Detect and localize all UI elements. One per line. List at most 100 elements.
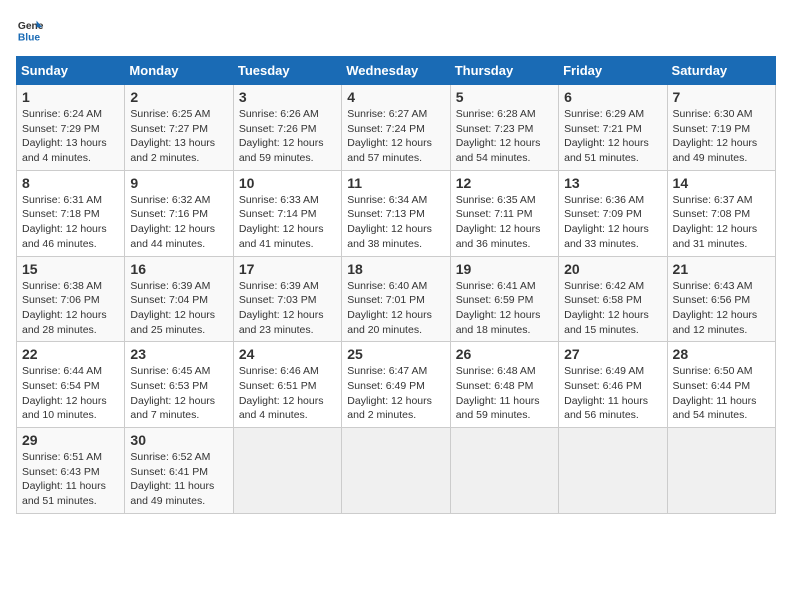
- day-info: Sunrise: 6:50 AMSunset: 6:44 PMDaylight:…: [673, 364, 770, 423]
- day-info: Sunrise: 6:26 AMSunset: 7:26 PMDaylight:…: [239, 107, 336, 166]
- calendar-week-5: 29 Sunrise: 6:51 AMSunset: 6:43 PMDayligh…: [17, 428, 776, 514]
- day-number: 3: [239, 89, 336, 105]
- day-info: Sunrise: 6:43 AMSunset: 6:56 PMDaylight:…: [673, 279, 770, 338]
- day-number: 17: [239, 261, 336, 277]
- calendar-cell: 20 Sunrise: 6:42 AMSunset: 6:58 PMDayligh…: [559, 256, 667, 342]
- calendar-cell: 25 Sunrise: 6:47 AMSunset: 6:49 PMDayligh…: [342, 342, 450, 428]
- calendar-body: 1Sunrise: 6:24 AMSunset: 7:29 PMDaylight…: [17, 85, 776, 514]
- day-number: 12: [456, 175, 553, 191]
- day-info: Sunrise: 6:25 AMSunset: 7:27 PMDaylight:…: [130, 107, 227, 166]
- calendar-cell: 1Sunrise: 6:24 AMSunset: 7:29 PMDaylight…: [17, 85, 125, 171]
- header-friday: Friday: [559, 57, 667, 85]
- calendar-cell: 21 Sunrise: 6:43 AMSunset: 6:56 PMDayligh…: [667, 256, 775, 342]
- day-number: 28: [673, 346, 770, 362]
- calendar-cell: 10 Sunrise: 6:33 AMSunset: 7:14 PMDayligh…: [233, 170, 341, 256]
- calendar-cell: 17 Sunrise: 6:39 AMSunset: 7:03 PMDayligh…: [233, 256, 341, 342]
- day-number: 22: [22, 346, 119, 362]
- logo: General Blue: [16, 16, 50, 44]
- day-number: 5: [456, 89, 553, 105]
- day-number: 4: [347, 89, 444, 105]
- day-number: 26: [456, 346, 553, 362]
- header-wednesday: Wednesday: [342, 57, 450, 85]
- calendar-cell: 18Sunrise: 6:40 AMSunset: 7:01 PMDayligh…: [342, 256, 450, 342]
- day-info: Sunrise: 6:42 AMSunset: 6:58 PMDaylight:…: [564, 279, 661, 338]
- day-number: 7: [673, 89, 770, 105]
- calendar-cell: 15 Sunrise: 6:38 AMSunset: 7:06 PMDayligh…: [17, 256, 125, 342]
- day-number: 19: [456, 261, 553, 277]
- day-info: Sunrise: 6:44 AMSunset: 6:54 PMDaylight:…: [22, 364, 119, 423]
- day-info: Sunrise: 6:46 AMSunset: 6:51 PMDaylight:…: [239, 364, 336, 423]
- day-info: Sunrise: 6:32 AMSunset: 7:16 PMDaylight:…: [130, 193, 227, 252]
- day-info: Sunrise: 6:33 AMSunset: 7:14 PMDaylight:…: [239, 193, 336, 252]
- calendar-week-4: 22 Sunrise: 6:44 AMSunset: 6:54 PMDayligh…: [17, 342, 776, 428]
- calendar-cell: 29 Sunrise: 6:51 AMSunset: 6:43 PMDayligh…: [17, 428, 125, 514]
- day-info: Sunrise: 6:30 AMSunset: 7:19 PMDaylight:…: [673, 107, 770, 166]
- header-thursday: Thursday: [450, 57, 558, 85]
- day-number: 24: [239, 346, 336, 362]
- calendar-cell: [450, 428, 558, 514]
- calendar-table: SundayMondayTuesdayWednesdayThursdayFrid…: [16, 56, 776, 514]
- day-number: 16: [130, 261, 227, 277]
- day-info: Sunrise: 6:27 AMSunset: 7:24 PMDaylight:…: [347, 107, 444, 166]
- day-number: 10: [239, 175, 336, 191]
- calendar-week-2: 8 Sunrise: 6:31 AMSunset: 7:18 PMDaylight…: [17, 170, 776, 256]
- day-number: 20: [564, 261, 661, 277]
- calendar-cell: [342, 428, 450, 514]
- calendar-cell: 22 Sunrise: 6:44 AMSunset: 6:54 PMDayligh…: [17, 342, 125, 428]
- day-number: 11: [347, 175, 444, 191]
- calendar-header-row: SundayMondayTuesdayWednesdayThursdayFrid…: [17, 57, 776, 85]
- calendar-cell: 14 Sunrise: 6:37 AMSunset: 7:08 PMDayligh…: [667, 170, 775, 256]
- day-number: 27: [564, 346, 661, 362]
- day-number: 14: [673, 175, 770, 191]
- calendar-cell: 5 Sunrise: 6:28 AMSunset: 7:23 PMDaylight…: [450, 85, 558, 171]
- calendar-week-3: 15 Sunrise: 6:38 AMSunset: 7:06 PMDayligh…: [17, 256, 776, 342]
- day-info: Sunrise: 6:41 AMSunset: 6:59 PMDaylight:…: [456, 279, 553, 338]
- logo-icon: General Blue: [16, 16, 44, 44]
- page-header: General Blue: [16, 16, 776, 44]
- day-info: Sunrise: 6:48 AMSunset: 6:48 PMDaylight:…: [456, 364, 553, 423]
- day-number: 15: [22, 261, 119, 277]
- day-number: 6: [564, 89, 661, 105]
- calendar-cell: 4 Sunrise: 6:27 AMSunset: 7:24 PMDaylight…: [342, 85, 450, 171]
- calendar-cell: [233, 428, 341, 514]
- header-sunday: Sunday: [17, 57, 125, 85]
- calendar-cell: 9Sunrise: 6:32 AMSunset: 7:16 PMDaylight…: [125, 170, 233, 256]
- day-info: Sunrise: 6:51 AMSunset: 6:43 PMDaylight:…: [22, 450, 119, 509]
- day-number: 29: [22, 432, 119, 448]
- header-monday: Monday: [125, 57, 233, 85]
- day-info: Sunrise: 6:47 AMSunset: 6:49 PMDaylight:…: [347, 364, 444, 423]
- calendar-cell: 8 Sunrise: 6:31 AMSunset: 7:18 PMDaylight…: [17, 170, 125, 256]
- day-info: Sunrise: 6:29 AMSunset: 7:21 PMDaylight:…: [564, 107, 661, 166]
- day-info: Sunrise: 6:49 AMSunset: 6:46 PMDaylight:…: [564, 364, 661, 423]
- calendar-cell: [559, 428, 667, 514]
- day-number: 25: [347, 346, 444, 362]
- calendar-cell: 26 Sunrise: 6:48 AMSunset: 6:48 PMDayligh…: [450, 342, 558, 428]
- calendar-cell: 3 Sunrise: 6:26 AMSunset: 7:26 PMDaylight…: [233, 85, 341, 171]
- day-info: Sunrise: 6:39 AMSunset: 7:04 PMDaylight:…: [130, 279, 227, 338]
- day-info: Sunrise: 6:52 AMSunset: 6:41 PMDaylight:…: [130, 450, 227, 509]
- day-info: Sunrise: 6:45 AMSunset: 6:53 PMDaylight:…: [130, 364, 227, 423]
- header-saturday: Saturday: [667, 57, 775, 85]
- svg-text:Blue: Blue: [18, 32, 41, 43]
- calendar-cell: 11Sunrise: 6:34 AMSunset: 7:13 PMDayligh…: [342, 170, 450, 256]
- calendar-cell: 30Sunrise: 6:52 AMSunset: 6:41 PMDayligh…: [125, 428, 233, 514]
- calendar-cell: [667, 428, 775, 514]
- day-number: 21: [673, 261, 770, 277]
- calendar-cell: 7 Sunrise: 6:30 AMSunset: 7:19 PMDaylight…: [667, 85, 775, 171]
- day-number: 8: [22, 175, 119, 191]
- calendar-cell: 2 Sunrise: 6:25 AMSunset: 7:27 PMDaylight…: [125, 85, 233, 171]
- calendar-cell: 19 Sunrise: 6:41 AMSunset: 6:59 PMDayligh…: [450, 256, 558, 342]
- day-info: Sunrise: 6:35 AMSunset: 7:11 PMDaylight:…: [456, 193, 553, 252]
- day-info: Sunrise: 6:37 AMSunset: 7:08 PMDaylight:…: [673, 193, 770, 252]
- calendar-cell: 23Sunrise: 6:45 AMSunset: 6:53 PMDayligh…: [125, 342, 233, 428]
- day-info: Sunrise: 6:28 AMSunset: 7:23 PMDaylight:…: [456, 107, 553, 166]
- day-number: 13: [564, 175, 661, 191]
- calendar-cell: 13Sunrise: 6:36 AMSunset: 7:09 PMDayligh…: [559, 170, 667, 256]
- day-number: 2: [130, 89, 227, 105]
- day-info: Sunrise: 6:31 AMSunset: 7:18 PMDaylight:…: [22, 193, 119, 252]
- day-info: Sunrise: 6:39 AMSunset: 7:03 PMDaylight:…: [239, 279, 336, 338]
- calendar-cell: 12 Sunrise: 6:35 AMSunset: 7:11 PMDayligh…: [450, 170, 558, 256]
- day-info: Sunrise: 6:24 AMSunset: 7:29 PMDaylight:…: [22, 107, 119, 166]
- day-number: 18: [347, 261, 444, 277]
- day-info: Sunrise: 6:38 AMSunset: 7:06 PMDaylight:…: [22, 279, 119, 338]
